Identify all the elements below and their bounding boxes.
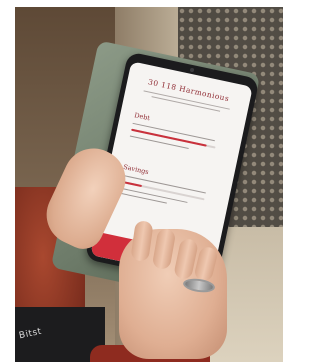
section-label-debt: Debt	[133, 111, 151, 123]
text-line	[117, 192, 167, 204]
text-line	[129, 135, 189, 149]
section-label-savings: Savings	[122, 162, 150, 177]
front-camera	[189, 67, 195, 73]
photo: Bitst 30 118 Harmonious Debt Savings	[15, 7, 283, 362]
